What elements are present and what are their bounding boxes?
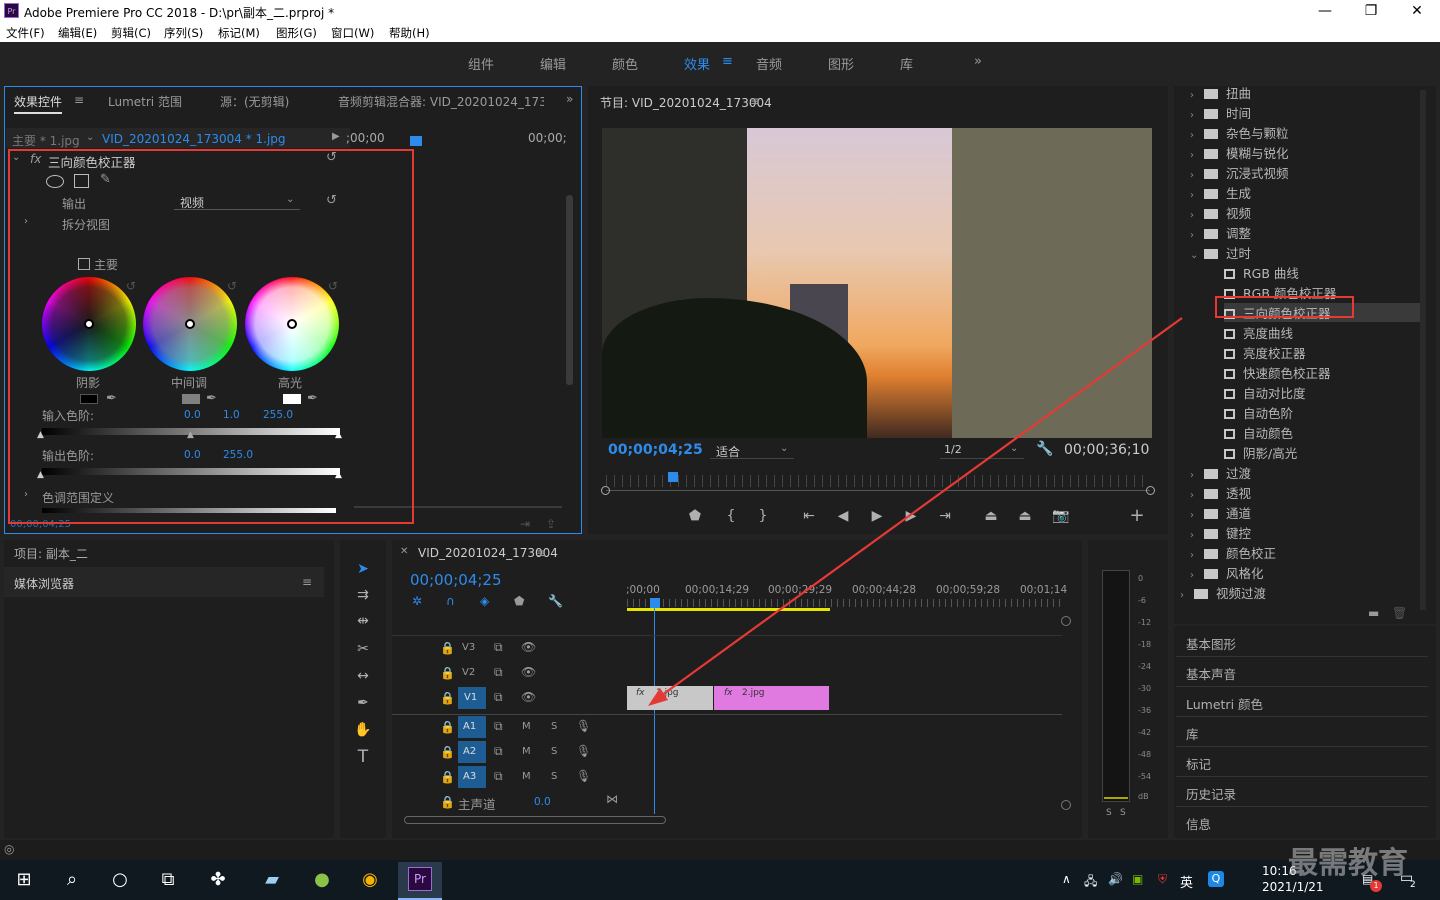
search-icon[interactable]: ⌕ — [56, 864, 88, 896]
pinwheel-app-icon[interactable]: ✤ — [202, 864, 234, 896]
security-icon[interactable]: ⛨ — [1158, 872, 1167, 887]
clock-date[interactable]: 2021/1/21 — [1262, 880, 1324, 894]
status-bar — [0, 840, 1440, 860]
network-icon[interactable]: 🖧 — [1084, 872, 1097, 893]
tray-chevron-icon[interactable]: ∧ — [1062, 872, 1071, 886]
watermark: 最需教育 — [1288, 846, 1408, 881]
status-icon: ◎ — [4, 842, 15, 856]
watermelon-app-icon[interactable]: ● — [306, 864, 338, 896]
chrome-icon[interactable]: ◉ — [354, 864, 386, 896]
nvidia-icon[interactable]: ▣ — [1132, 872, 1143, 886]
annotation-arrow — [648, 317, 1183, 706]
windows-start-icon[interactable]: ⊞ — [8, 864, 40, 896]
annotation-arrow-line — [657, 317, 1183, 699]
notes-app-icon[interactable]: ▰ — [256, 864, 288, 896]
premiere-task-icon[interactable]: Pr — [408, 867, 432, 891]
input-language[interactable]: 英 — [1180, 872, 1193, 891]
cortana-icon[interactable]: ○ — [104, 864, 136, 896]
qq-icon[interactable]: Q — [1208, 871, 1224, 887]
volume-icon[interactable]: 🔊 — [1108, 872, 1123, 886]
annotation-arrow-head — [648, 688, 668, 706]
action-center-count: 2 — [1410, 880, 1416, 890]
task-view-icon[interactable]: ⧉ — [152, 864, 184, 896]
